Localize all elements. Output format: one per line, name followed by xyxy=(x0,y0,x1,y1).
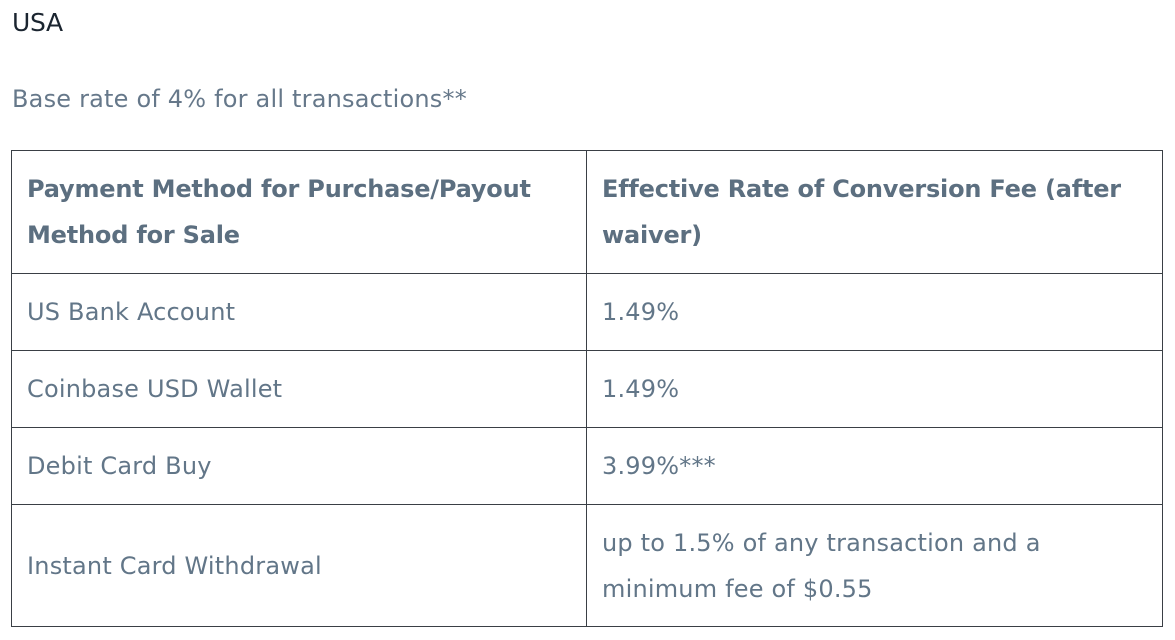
rate-cell: 1.49% xyxy=(586,350,1163,428)
column-header-effective-rate: Effective Rate of Conversion Fee (after … xyxy=(586,150,1163,274)
payment-method-cell: Instant Card Withdrawal xyxy=(11,504,587,627)
base-rate-note: Base rate of 4% for all transactions** xyxy=(12,85,467,113)
payment-method-cell: Debit Card Buy xyxy=(11,427,587,505)
rate-cell: up to 1.5% of any transaction and a mini… xyxy=(586,504,1163,627)
payment-method-cell: US Bank Account xyxy=(11,273,587,351)
table-row: Debit Card Buy 3.99%*** xyxy=(11,427,1163,505)
conversion-fee-table: Payment Method for Purchase/Payout Metho… xyxy=(11,150,1163,627)
column-header-payment-method: Payment Method for Purchase/Payout Metho… xyxy=(11,150,587,274)
table-row: US Bank Account 1.49% xyxy=(11,273,1163,351)
rate-cell: 1.49% xyxy=(586,273,1163,351)
section-heading: USA xyxy=(12,8,63,37)
rate-cell: 3.99%*** xyxy=(586,427,1163,505)
table-row: Coinbase USD Wallet 1.49% xyxy=(11,350,1163,428)
payment-method-cell: Coinbase USD Wallet xyxy=(11,350,587,428)
table-header-row: Payment Method for Purchase/Payout Metho… xyxy=(11,150,1163,274)
table-row: Instant Card Withdrawal up to 1.5% of an… xyxy=(11,504,1163,627)
